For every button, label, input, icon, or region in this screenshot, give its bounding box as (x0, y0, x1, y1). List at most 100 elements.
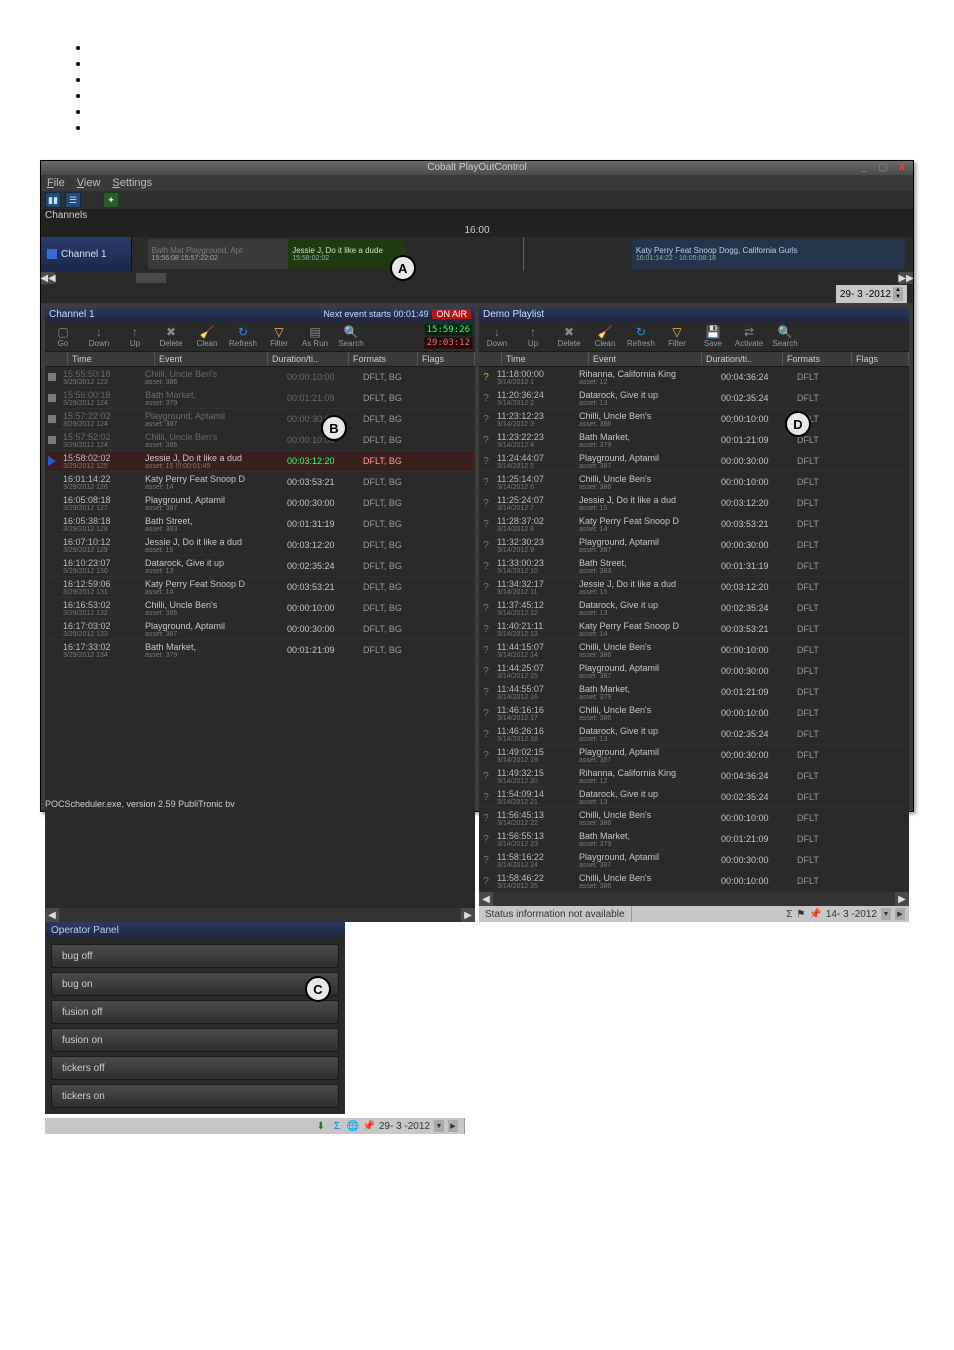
timeline-scrollbar[interactable]: ◀◀ ▶▶ (41, 271, 913, 285)
timeline-clip-current[interactable]: Jessie J, Do it like a dude 15:58:02:02 (288, 239, 405, 269)
table-row[interactable]: 16:17:33:023/29/2012 134Bath Market,asse… (45, 640, 475, 661)
date-dropdown[interactable]: ▼ (881, 908, 891, 920)
menu-settings[interactable]: Settings (112, 177, 152, 189)
pin-icon[interactable]: 📌 (363, 1120, 375, 1132)
tool-activate[interactable]: ⇄Activate (733, 325, 765, 348)
table-row[interactable]: ?11:37:45:123/14/2012 12Datarock, Give i… (479, 598, 909, 619)
table-row[interactable]: ?11:46:26:163/14/2012 18Datarock, Give i… (479, 724, 909, 745)
date-spinner[interactable]: ▲▼ (893, 287, 903, 301)
table-row[interactable]: ?11:24:44:073/14/2012 5Playground, Aptam… (479, 451, 909, 472)
table-row[interactable]: ?11:40:21:113/14/2012 13Katy Perry Feat … (479, 619, 909, 640)
tool-clean[interactable]: 🧹Clean (589, 325, 621, 348)
table-row[interactable]: ?11:44:25:073/14/2012 15Playground, Apta… (479, 661, 909, 682)
table-row[interactable]: 16:07:10:123/29/2012 129Jessie J, Do it … (45, 535, 475, 556)
table-row[interactable]: ?11:25:14:073/14/2012 6Chilli, Uncle Ben… (479, 472, 909, 493)
window-maximize-button[interactable]: ▢ (874, 161, 892, 173)
tool-go[interactable]: ▢Go (47, 325, 79, 348)
tool-search[interactable]: 🔍Search (335, 325, 367, 348)
pin-icon[interactable]: 📌 (809, 909, 821, 920)
table-row[interactable]: ?11:54:09:143/14/2012 21Datarock, Give i… (479, 787, 909, 808)
timeline-clip-dim[interactable]: Bath Mat Playground, Apt 15:56:08 15:57:… (148, 239, 297, 269)
table-row[interactable]: ?11:58:16:223/14/2012 24Playground, Apta… (479, 850, 909, 871)
timeline-clip-next[interactable]: Katy Perry Feat Snoop Dogg, California G… (632, 239, 906, 269)
op-btn-tickers-on[interactable]: tickers on (51, 1084, 339, 1108)
scroll-right[interactable]: ▶▶ (899, 272, 913, 284)
tool-search[interactable]: 🔍Search (769, 325, 801, 348)
hscroll-left[interactable]: ◀ (45, 908, 59, 922)
tool-filter[interactable]: ▽Filter (661, 325, 693, 348)
tool-refresh[interactable]: ↻Refresh (625, 325, 657, 348)
tool-down[interactable]: ↓Down (481, 325, 513, 348)
table-row[interactable]: 16:01:14:223/29/2012 126Katy Perry Feat … (45, 472, 475, 493)
tool-save[interactable]: 💾Save (697, 325, 729, 348)
titlebar[interactable]: Cobalt PlayOutControl _ ▢ X (41, 161, 913, 175)
timeline-ruler[interactable]: 16:00 (41, 223, 913, 237)
panel-left-hscroll[interactable]: ◀ ▶ (45, 908, 475, 922)
panel-left-header[interactable]: Channel 1 Next event starts 00:01:49 ON … (45, 307, 475, 321)
window-close-button[interactable]: X (893, 161, 911, 173)
toolbar-btn-1[interactable]: ▮▮ (45, 192, 61, 208)
window-minimize-button[interactable]: _ (855, 161, 873, 173)
flag-icon[interactable]: ⚑ (796, 909, 805, 920)
right-status-date[interactable]: 14- 3 -2012 (826, 909, 877, 920)
left-status-date[interactable]: 29- 3 -2012 (379, 1121, 430, 1132)
date-dropdown[interactable]: ▼ (434, 1120, 444, 1132)
table-row[interactable]: ?11:49:02:153/14/2012 19Playground, Apta… (479, 745, 909, 766)
sigma-icon[interactable]: Σ (786, 909, 792, 920)
op-btn-bug-off[interactable]: bug off (51, 944, 339, 968)
panel-right-header[interactable]: Demo Playlist (479, 307, 909, 321)
table-row[interactable]: ?11:20:36:243/14/2012 2Datarock, Give it… (479, 388, 909, 409)
op-btn-tickers-off[interactable]: tickers off (51, 1056, 339, 1080)
toolbar-btn-2[interactable]: ☰ (65, 192, 81, 208)
table-row[interactable]: ?11:46:16:163/14/2012 17Chilli, Uncle Be… (479, 703, 909, 724)
scroll-thumb[interactable] (135, 272, 167, 284)
table-row[interactable]: ?11:49:32:153/14/2012 20Rihanna, Califor… (479, 766, 909, 787)
tool-clean[interactable]: 🧹Clean (191, 325, 223, 348)
toolbar-btn-3[interactable]: ✦ (103, 192, 119, 208)
table-row[interactable]: ?11:23:22:233/14/2012 4Bath Market,asset… (479, 430, 909, 451)
tool-up[interactable]: ↑Up (119, 325, 151, 348)
table-row[interactable]: ?11:23:12:233/14/2012 3Chilli, Uncle Ben… (479, 409, 909, 430)
table-row[interactable]: ?11:28:37:023/14/2012 8Katy Perry Feat S… (479, 514, 909, 535)
channel-name-cell[interactable]: Channel 1 (41, 237, 132, 271)
table-row[interactable]: ?11:58:46:223/14/2012 25Chilli, Uncle Be… (479, 871, 909, 892)
tool-delete[interactable]: ✖Delete (553, 325, 585, 348)
tool-filter[interactable]: ▽Filter (263, 325, 295, 348)
op-btn-fusion-on[interactable]: fusion on (51, 1028, 339, 1052)
table-row[interactable]: 16:16:53:023/29/2012 132Chilli, Uncle Be… (45, 598, 475, 619)
table-row[interactable]: ?11:32:30:233/14/2012 9Playground, Aptam… (479, 535, 909, 556)
timeline-date-box[interactable]: 29- 3 -2012 ▲▼ (836, 285, 907, 303)
table-row[interactable]: 16:05:38:183/29/2012 128Bath Street,asse… (45, 514, 475, 535)
tool-as-run[interactable]: ▤As Run (299, 325, 331, 348)
table-row[interactable]: ?11:56:55:133/14/2012 23Bath Market,asse… (479, 829, 909, 850)
tool-up[interactable]: ↑Up (517, 325, 549, 348)
download-icon[interactable]: ⬇ (315, 1120, 327, 1132)
table-row[interactable]: 16:12:59:063/29/2012 131Katy Perry Feat … (45, 577, 475, 598)
tool-refresh[interactable]: ↻Refresh (227, 325, 259, 348)
table-row[interactable]: 15:57:22:023/29/2012 124Playground, Apta… (45, 409, 475, 430)
op-btn-bug-on[interactable]: bug on (51, 972, 339, 996)
date-next[interactable]: ▶ (895, 908, 905, 920)
table-row[interactable]: 15:57:52:023/29/2012 124Chilli, Uncle Be… (45, 430, 475, 451)
table-row[interactable]: ?11:44:55:073/14/2012 16Bath Market,asse… (479, 682, 909, 703)
table-row[interactable]: 16:17:03:023/29/2012 133Playground, Apta… (45, 619, 475, 640)
date-next[interactable]: ▶ (448, 1120, 458, 1132)
table-row[interactable]: ?11:25:24:073/14/2012 7Jessie J, Do it l… (479, 493, 909, 514)
table-row[interactable]: ?11:18:00:003/14/2012 1Rihanna, Californ… (479, 367, 909, 388)
table-row[interactable]: ?11:44:15:073/14/2012 14Chilli, Uncle Be… (479, 640, 909, 661)
tool-delete[interactable]: ✖Delete (155, 325, 187, 348)
globe-icon[interactable]: 🌐 (347, 1120, 359, 1132)
scroll-left[interactable]: ◀◀ (41, 272, 55, 284)
hscroll-right[interactable]: ▶ (461, 908, 475, 922)
channel-timeline[interactable]: Bath Mat Playground, Apt 15:56:08 15:57:… (132, 237, 913, 271)
table-row[interactable]: 16:05:08:183/29/2012 127Playground, Apta… (45, 493, 475, 514)
sigma-icon[interactable]: Σ (331, 1120, 343, 1132)
table-row[interactable]: 15:56:00:183/29/2012 124Bath Market,asse… (45, 388, 475, 409)
op-btn-fusion-off[interactable]: fusion off (51, 1000, 339, 1024)
panel-right-hscroll[interactable]: ◀ ▶ (479, 892, 909, 906)
table-row[interactable]: 15:55:50:183/29/2012 123Chilli, Uncle Be… (45, 367, 475, 388)
table-row[interactable]: ?11:33:00:233/14/2012 10Bath Street,asse… (479, 556, 909, 577)
tool-down[interactable]: ↓Down (83, 325, 115, 348)
table-row[interactable]: 16:10:23:073/29/2012 130Datarock, Give i… (45, 556, 475, 577)
table-row[interactable]: ?11:56:45:133/14/2012 22Chilli, Uncle Be… (479, 808, 909, 829)
